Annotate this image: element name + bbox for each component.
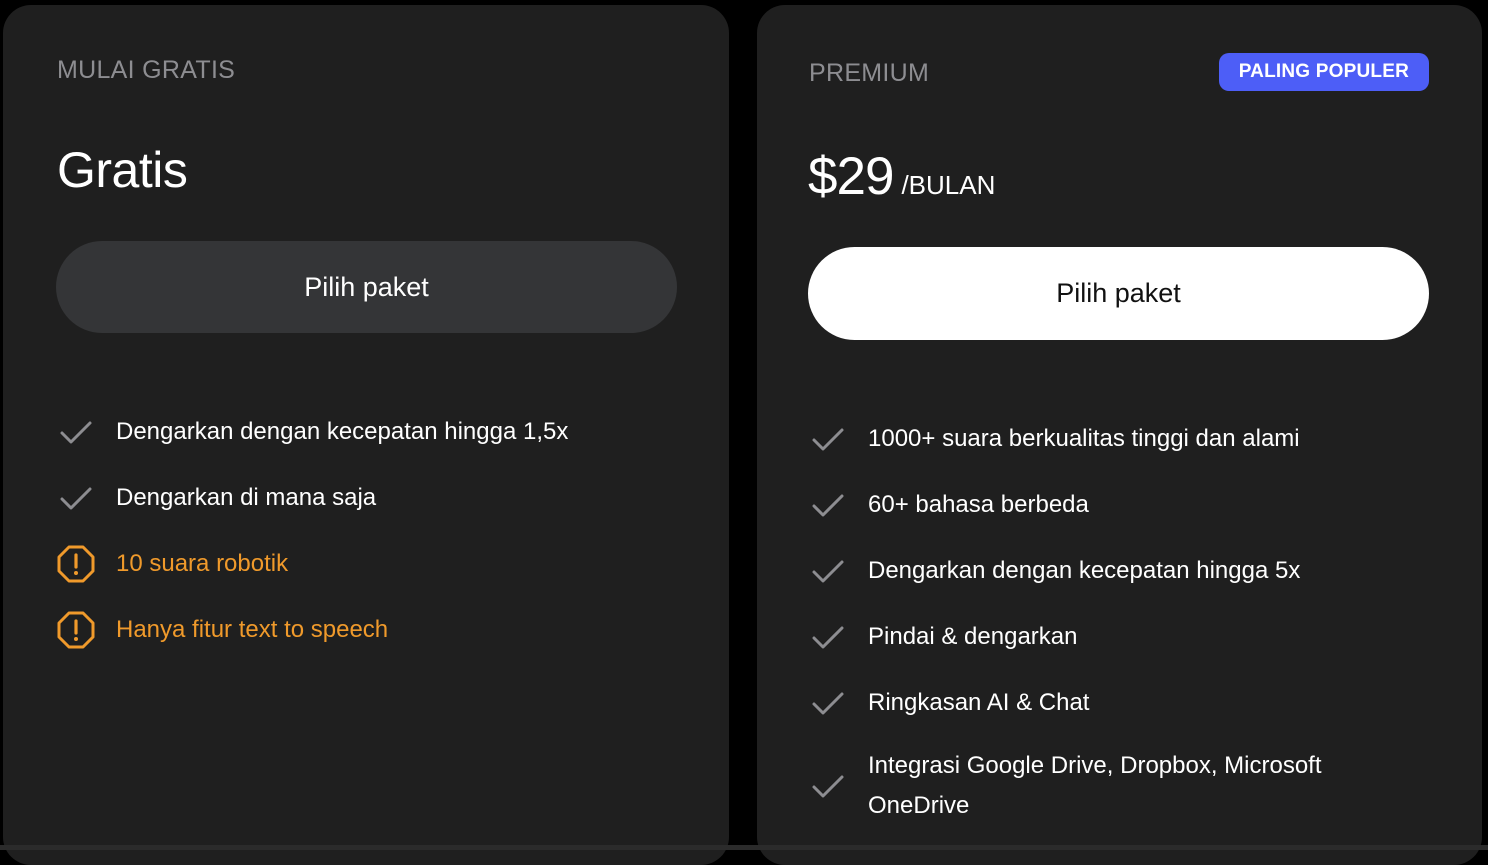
feature-item: Dengarkan dengan kecepatan hingga 1,5x [57,409,636,455]
price-amount: $29 [808,146,893,207]
feature-list: Dengarkan dengan kecepatan hingga 1,5x De… [57,409,636,673]
feature-text: Dengarkan dengan kecepatan hingga 5x [868,551,1388,591]
feature-item: Ringkasan AI & Chat [809,680,1388,726]
bottom-divider [0,845,1488,850]
free-plan-card: MULAI GRATIS Gratis Pilih paket Dengarka… [3,5,729,865]
warning-icon [57,611,95,649]
check-icon [809,486,847,524]
check-icon [809,552,847,590]
feature-text: 10 suara robotik [116,544,636,584]
feature-item: 60+ bahasa berbeda [809,482,1388,528]
check-icon [809,767,847,805]
warning-icon [57,545,95,583]
feature-text: Pindai & dengarkan [868,617,1388,657]
feature-list: 1000+ suara berkualitas tinggi dan alami… [809,416,1388,846]
plan-price: $29 /BULAN [808,146,995,207]
feature-item: 1000+ suara berkualitas tinggi dan alami [809,416,1388,462]
choose-free-plan-button[interactable]: Pilih paket [56,241,677,333]
feature-text: Dengarkan di mana saja [116,478,636,518]
feature-item: Dengarkan di mana saja [57,475,636,521]
check-icon [57,413,95,451]
feature-text: Dengarkan dengan kecepatan hingga 1,5x [116,412,636,452]
feature-item: 10 suara robotik [57,541,636,587]
feature-item: Dengarkan dengan kecepatan hingga 5x [809,548,1388,594]
feature-text: 1000+ suara berkualitas tinggi dan alami [868,419,1388,459]
plan-label: MULAI GRATIS [57,56,235,85]
feature-text: Ringkasan AI & Chat [868,683,1388,723]
feature-item: Hanya fitur text to speech [57,607,636,653]
choose-premium-plan-button[interactable]: Pilih paket [808,247,1429,340]
most-popular-badge: PALING POPULER [1219,53,1429,91]
check-icon [57,479,95,517]
feature-item: Integrasi Google Drive, Dropbox, Microso… [809,746,1388,826]
feature-item: Pindai & dengarkan [809,614,1388,660]
feature-text: 60+ bahasa berbeda [868,485,1388,525]
feature-text: Integrasi Google Drive, Dropbox, Microso… [868,746,1388,826]
check-icon [809,618,847,656]
feature-text: Hanya fitur text to speech [116,610,636,650]
price-period: /BULAN [901,170,995,201]
premium-plan-card: PREMIUM PALING POPULER $29 /BULAN Pilih … [757,5,1482,865]
plan-label: PREMIUM [809,59,929,88]
plan-price: Gratis [57,141,187,199]
check-icon [809,420,847,458]
check-icon [809,684,847,722]
